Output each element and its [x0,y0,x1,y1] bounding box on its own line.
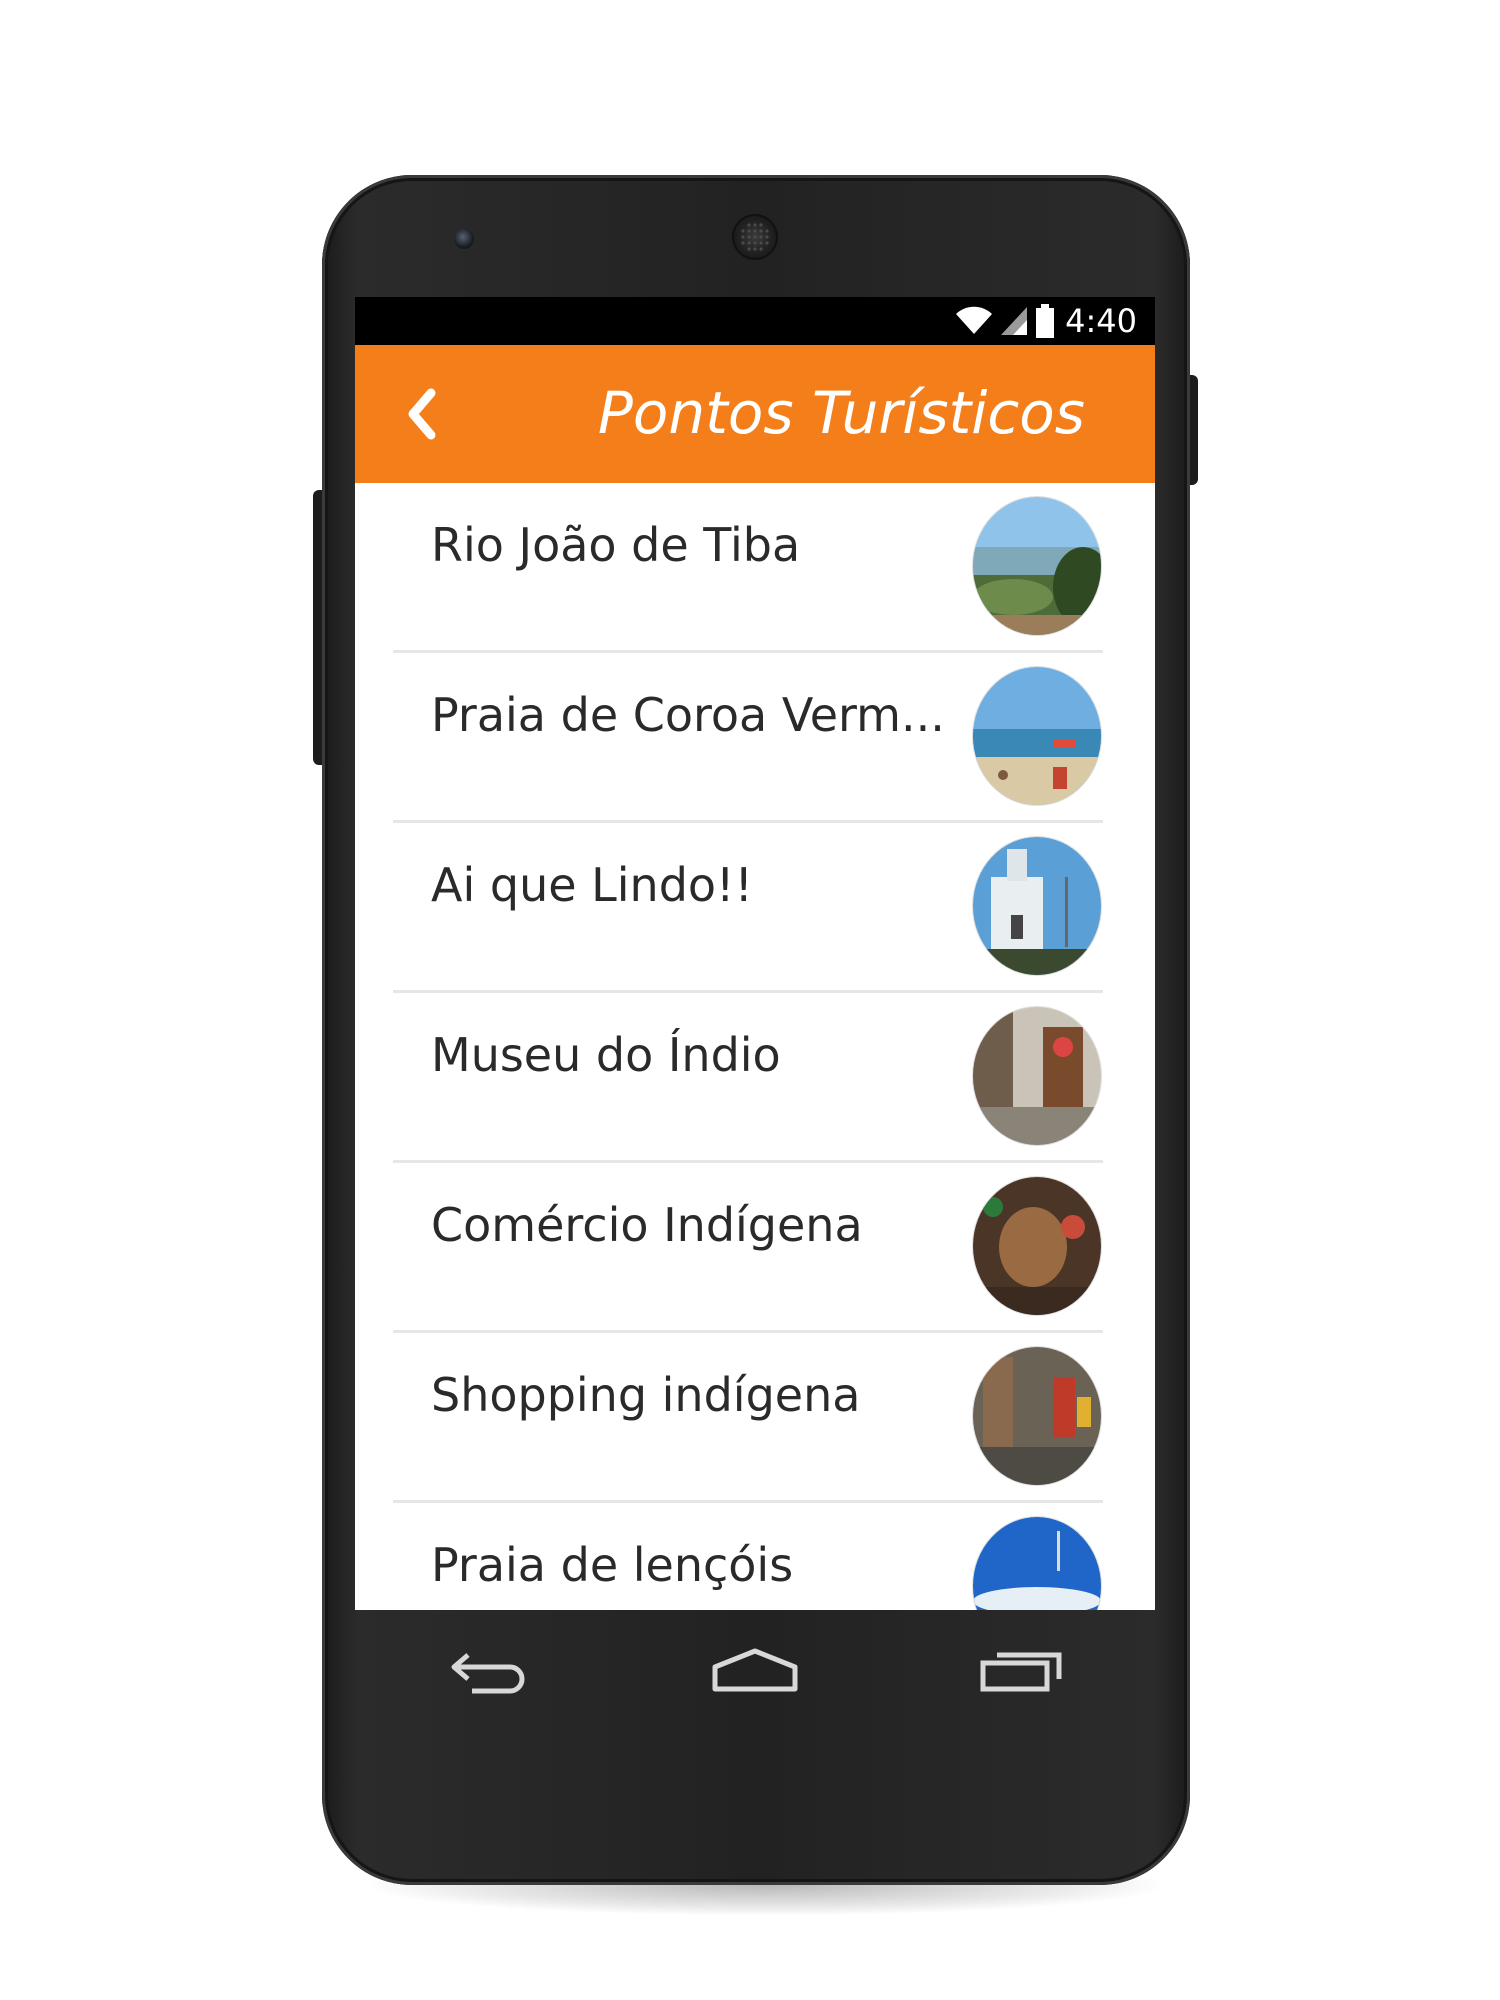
list-item-label: Museu do Índio [431,1028,781,1082]
place-thumbnail [973,837,1101,975]
cell-signal-icon [1001,307,1028,335]
list-item[interactable]: Comércio Indígena [355,1163,1155,1333]
wifi-icon [956,306,993,334]
chevron-left-icon [408,388,436,440]
place-thumbnail [973,1347,1101,1485]
recents-icon [980,1652,1062,1692]
list-item[interactable]: Ai que Lindo!! [355,823,1155,993]
back-icon [451,1653,525,1694]
place-thumbnail [973,1007,1101,1145]
app-bar: Pontos Turísticos [355,345,1155,483]
place-thumbnail [973,667,1101,805]
nav-bar [355,1610,1155,1730]
list-item[interactable]: Museu do Índio [355,993,1155,1163]
place-thumbnail [973,1177,1101,1315]
battery-icon [1036,304,1055,338]
list-item[interactable]: Praia de Coroa Verm... [355,653,1155,823]
list-item[interactable]: Praia de lençóis [355,1503,1155,1610]
nav-home-button[interactable] [695,1630,815,1710]
place-thumbnail [973,1517,1101,1610]
phone-screen: 4:40 Pontos Turísticos Rio João de Tiba [355,297,1155,1610]
earpiece-speaker [732,214,778,260]
nav-recents-button[interactable] [962,1630,1082,1710]
place-thumbnail [973,497,1101,635]
nav-back-button[interactable] [428,1630,548,1710]
list-item[interactable]: Shopping indígena [355,1333,1155,1503]
list-item-label: Rio João de Tiba [431,518,801,572]
front-camera [454,229,474,249]
list-item-label: Praia de lençóis [431,1538,794,1592]
list-item-label: Shopping indígena [431,1368,861,1422]
status-time: 4:40 [1065,302,1137,340]
list-item-label: Praia de Coroa Verm... [431,688,945,742]
list-item[interactable]: Rio João de Tiba [355,483,1155,653]
page-title: Pontos Turísticos [597,379,1085,447]
list-item-label: Ai que Lindo!! [431,858,753,912]
places-list: Rio João de Tiba Praia de Coroa Verm... [355,483,1155,1610]
home-icon [712,1648,798,1692]
list-item-label: Comércio Indígena [431,1198,863,1252]
back-button[interactable] [395,379,455,449]
status-bar: 4:40 [355,297,1155,345]
